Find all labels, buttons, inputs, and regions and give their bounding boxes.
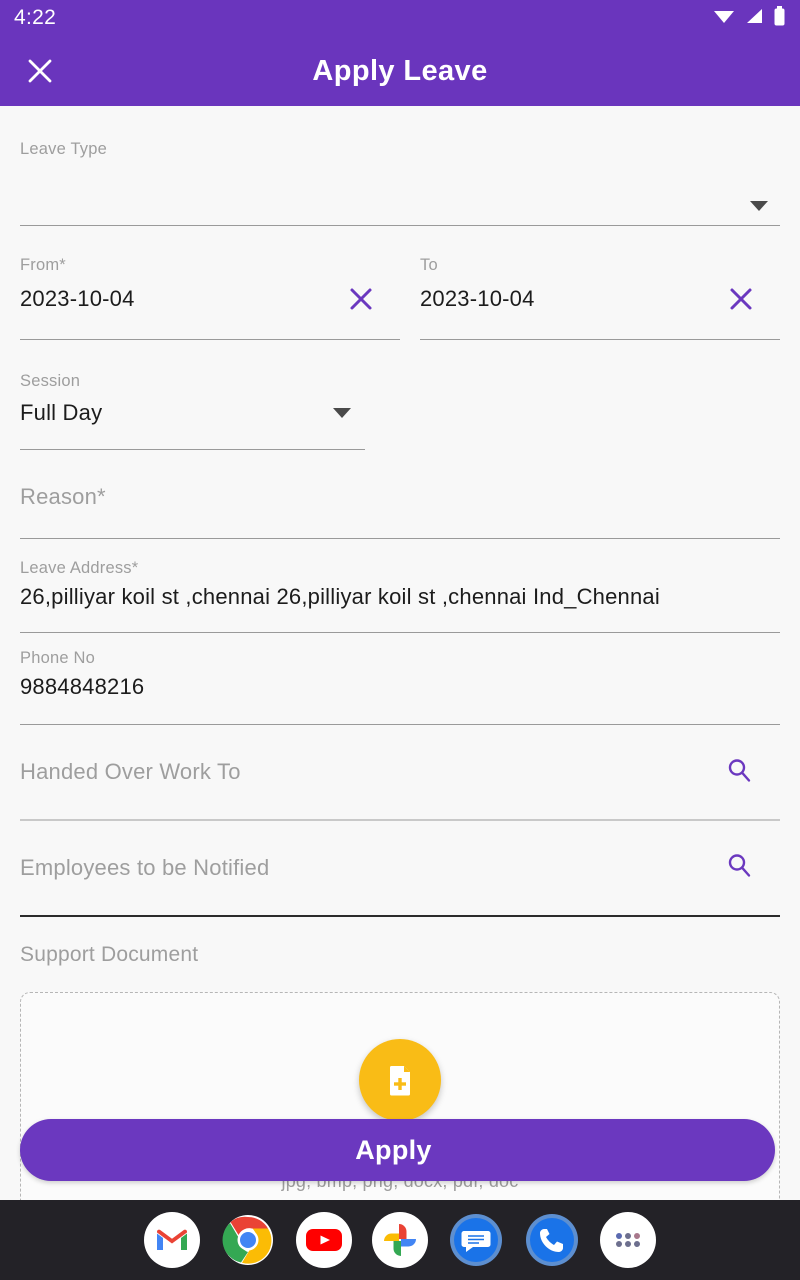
app-bar: Apply Leave	[0, 36, 800, 106]
to-date-clear-button[interactable]	[728, 286, 754, 312]
wifi-icon	[713, 7, 735, 30]
apply-button[interactable]: Apply	[20, 1119, 775, 1181]
chevron-down-icon[interactable]	[750, 201, 768, 211]
session-label: Session	[20, 372, 81, 390]
from-date-clear-button[interactable]	[348, 286, 374, 312]
employees-notified-search-button[interactable]	[726, 852, 752, 883]
phone-screen: 4:22 Apply Leave Leave Type From* 2023-1…	[0, 0, 800, 1280]
upload-document-button[interactable]	[359, 1039, 441, 1121]
app-drawer-icon	[616, 1233, 640, 1247]
battery-icon	[773, 5, 786, 31]
google-photos-icon	[384, 1224, 416, 1256]
apply-leave-form: Leave Type From* 2023-10-04 To 2023-10-0…	[0, 106, 800, 1240]
messages-icon	[450, 1214, 502, 1266]
to-date-label: To	[420, 256, 438, 274]
dock-item-gmail[interactable]	[144, 1212, 200, 1268]
reason-placeholder: Reason*	[20, 484, 106, 509]
dock-item-messages[interactable]	[448, 1212, 504, 1268]
search-icon	[728, 854, 751, 877]
from-date-value: 2023-10-04	[20, 286, 135, 311]
session-value: Full Day	[20, 400, 103, 425]
field-leave-type[interactable]: Leave Type	[20, 106, 780, 226]
to-date-value: 2023-10-04	[420, 286, 535, 311]
leave-type-underline	[20, 225, 780, 226]
phone-no-label: Phone No	[20, 649, 95, 667]
chrome-icon	[222, 1215, 273, 1265]
employees-notified-placeholder: Employees to be Notified	[20, 854, 270, 880]
to-date-underline	[420, 339, 780, 340]
close-button[interactable]	[10, 41, 70, 101]
close-icon	[350, 288, 372, 310]
status-bar-clock: 4:22	[14, 6, 57, 29]
dock-item-app-drawer[interactable]	[600, 1212, 656, 1268]
handed-over-work-to-placeholder: Handed Over Work To	[20, 759, 241, 784]
dock-item-youtube[interactable]	[296, 1212, 352, 1268]
field-employees-to-be-notified[interactable]: Employees to be Notified	[20, 851, 780, 917]
dock-item-google-photos[interactable]	[372, 1212, 428, 1268]
handed-over-underline	[20, 819, 780, 821]
status-bar: 4:22	[0, 0, 800, 36]
section-support-document: Support Document jpg, bmp, png, docx, pd…	[20, 943, 780, 1240]
dock-item-phone[interactable]	[524, 1212, 580, 1268]
leave-address-value: 26,pilliyar koil st ,chennai 26,pilliyar…	[20, 584, 660, 609]
from-date-underline	[20, 339, 400, 340]
from-date-label: From*	[20, 256, 66, 274]
dock-item-chrome[interactable]	[220, 1212, 276, 1268]
field-from-date[interactable]: From* 2023-10-04	[20, 256, 400, 340]
page-title: Apply Leave	[312, 54, 488, 87]
field-to-date[interactable]: To 2023-10-04	[420, 256, 780, 340]
handed-over-search-button[interactable]	[726, 757, 752, 788]
youtube-icon	[306, 1229, 342, 1251]
field-session[interactable]: Session Full Day	[20, 372, 365, 450]
support-document-label: Support Document	[20, 942, 199, 966]
file-add-icon	[390, 1066, 410, 1096]
close-icon	[28, 59, 52, 83]
field-handed-over-work-to[interactable]: Handed Over Work To	[20, 755, 780, 821]
gmail-icon	[157, 1229, 187, 1250]
leave-type-label: Leave Type	[20, 140, 108, 158]
field-phone-no[interactable]: Phone No 9884848216	[20, 649, 780, 725]
phone-no-underline	[20, 724, 780, 725]
session-underline	[20, 449, 365, 450]
status-bar-icons	[713, 5, 786, 31]
chevron-down-icon[interactable]	[333, 408, 351, 418]
cellular-signal-icon	[744, 7, 764, 30]
system-dock	[0, 1200, 800, 1280]
close-icon	[730, 288, 752, 310]
leave-address-underline	[20, 632, 780, 633]
employees-notified-underline	[20, 914, 780, 917]
field-leave-address[interactable]: Leave Address* 26,pilliyar koil st ,chen…	[20, 559, 780, 633]
leave-address-label: Leave Address*	[20, 559, 139, 577]
phone-icon	[526, 1214, 578, 1266]
apply-button-label: Apply	[355, 1134, 432, 1165]
field-reason[interactable]: Reason*	[20, 484, 780, 539]
reason-underline	[20, 538, 780, 539]
search-icon	[728, 758, 751, 782]
phone-no-value: 9884848216	[20, 674, 145, 699]
date-range-row: From* 2023-10-04 To 2023-10-04	[20, 256, 780, 340]
